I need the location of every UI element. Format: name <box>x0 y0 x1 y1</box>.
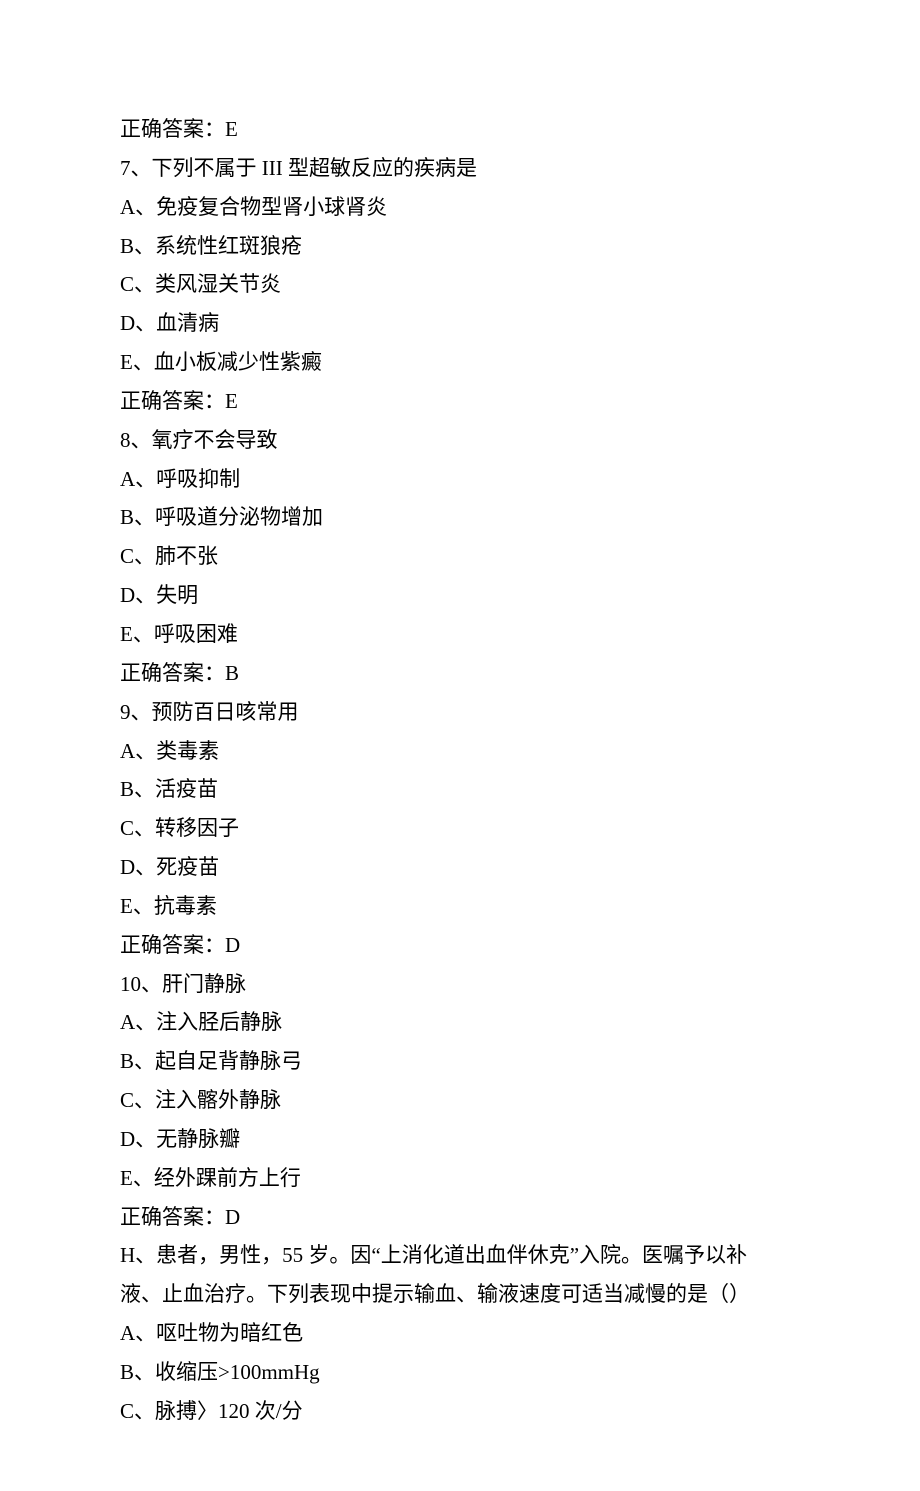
question-stem-cont: 液、止血治疗。下列表现中提示输血、输液速度可适当减慢的是（） <box>120 1275 800 1314</box>
option-b: B、系统性红斑狼疮 <box>120 227 800 266</box>
option-c: C、类风湿关节炎 <box>120 265 800 304</box>
option-d: D、无静脉瓣 <box>120 1120 800 1159</box>
question-stem: H、患者，男性，55 岁。因“上消化道出血伴休克”入院。医嘱予以补 <box>120 1236 800 1275</box>
option-c: C、肺不张 <box>120 537 800 576</box>
option-a: A、注入胫后静脉 <box>120 1003 800 1042</box>
answer-line: 正确答案：D <box>120 1198 800 1237</box>
option-b: B、呼吸道分泌物增加 <box>120 498 800 537</box>
answer-line: 正确答案：D <box>120 926 800 965</box>
option-a: A、呼吸抑制 <box>120 460 800 499</box>
option-e: E、经外踝前方上行 <box>120 1159 800 1198</box>
question-stem: 8、氧疗不会导致 <box>120 421 800 460</box>
option-e: E、呼吸困难 <box>120 615 800 654</box>
answer-line: 正确答案：B <box>120 654 800 693</box>
option-b: B、活疫苗 <box>120 770 800 809</box>
option-c: C、转移因子 <box>120 809 800 848</box>
question-stem: 7、下列不属于 III 型超敏反应的疾病是 <box>120 149 800 188</box>
option-a: A、免疫复合物型肾小球肾炎 <box>120 188 800 227</box>
option-e: E、抗毒素 <box>120 887 800 926</box>
answer-line: 正确答案：E <box>120 110 800 149</box>
option-e: E、血小板减少性紫癜 <box>120 343 800 382</box>
option-b: B、收缩压>100mmHg <box>120 1353 800 1392</box>
option-a: A、类毒素 <box>120 732 800 771</box>
document-page: 正确答案：E 7、下列不属于 III 型超敏反应的疾病是 A、免疫复合物型肾小球… <box>0 0 920 1491</box>
option-d: D、血清病 <box>120 304 800 343</box>
answer-line: 正确答案：E <box>120 382 800 421</box>
question-stem: 9、预防百日咳常用 <box>120 693 800 732</box>
option-c: C、注入髂外静脉 <box>120 1081 800 1120</box>
option-b: B、起自足背静脉弓 <box>120 1042 800 1081</box>
option-a: A、呕吐物为暗红色 <box>120 1314 800 1353</box>
option-d: D、死疫苗 <box>120 848 800 887</box>
question-stem: 10、肝门静脉 <box>120 965 800 1004</box>
option-c: C、脉搏〉120 次/分 <box>120 1392 800 1431</box>
option-d: D、失明 <box>120 576 800 615</box>
